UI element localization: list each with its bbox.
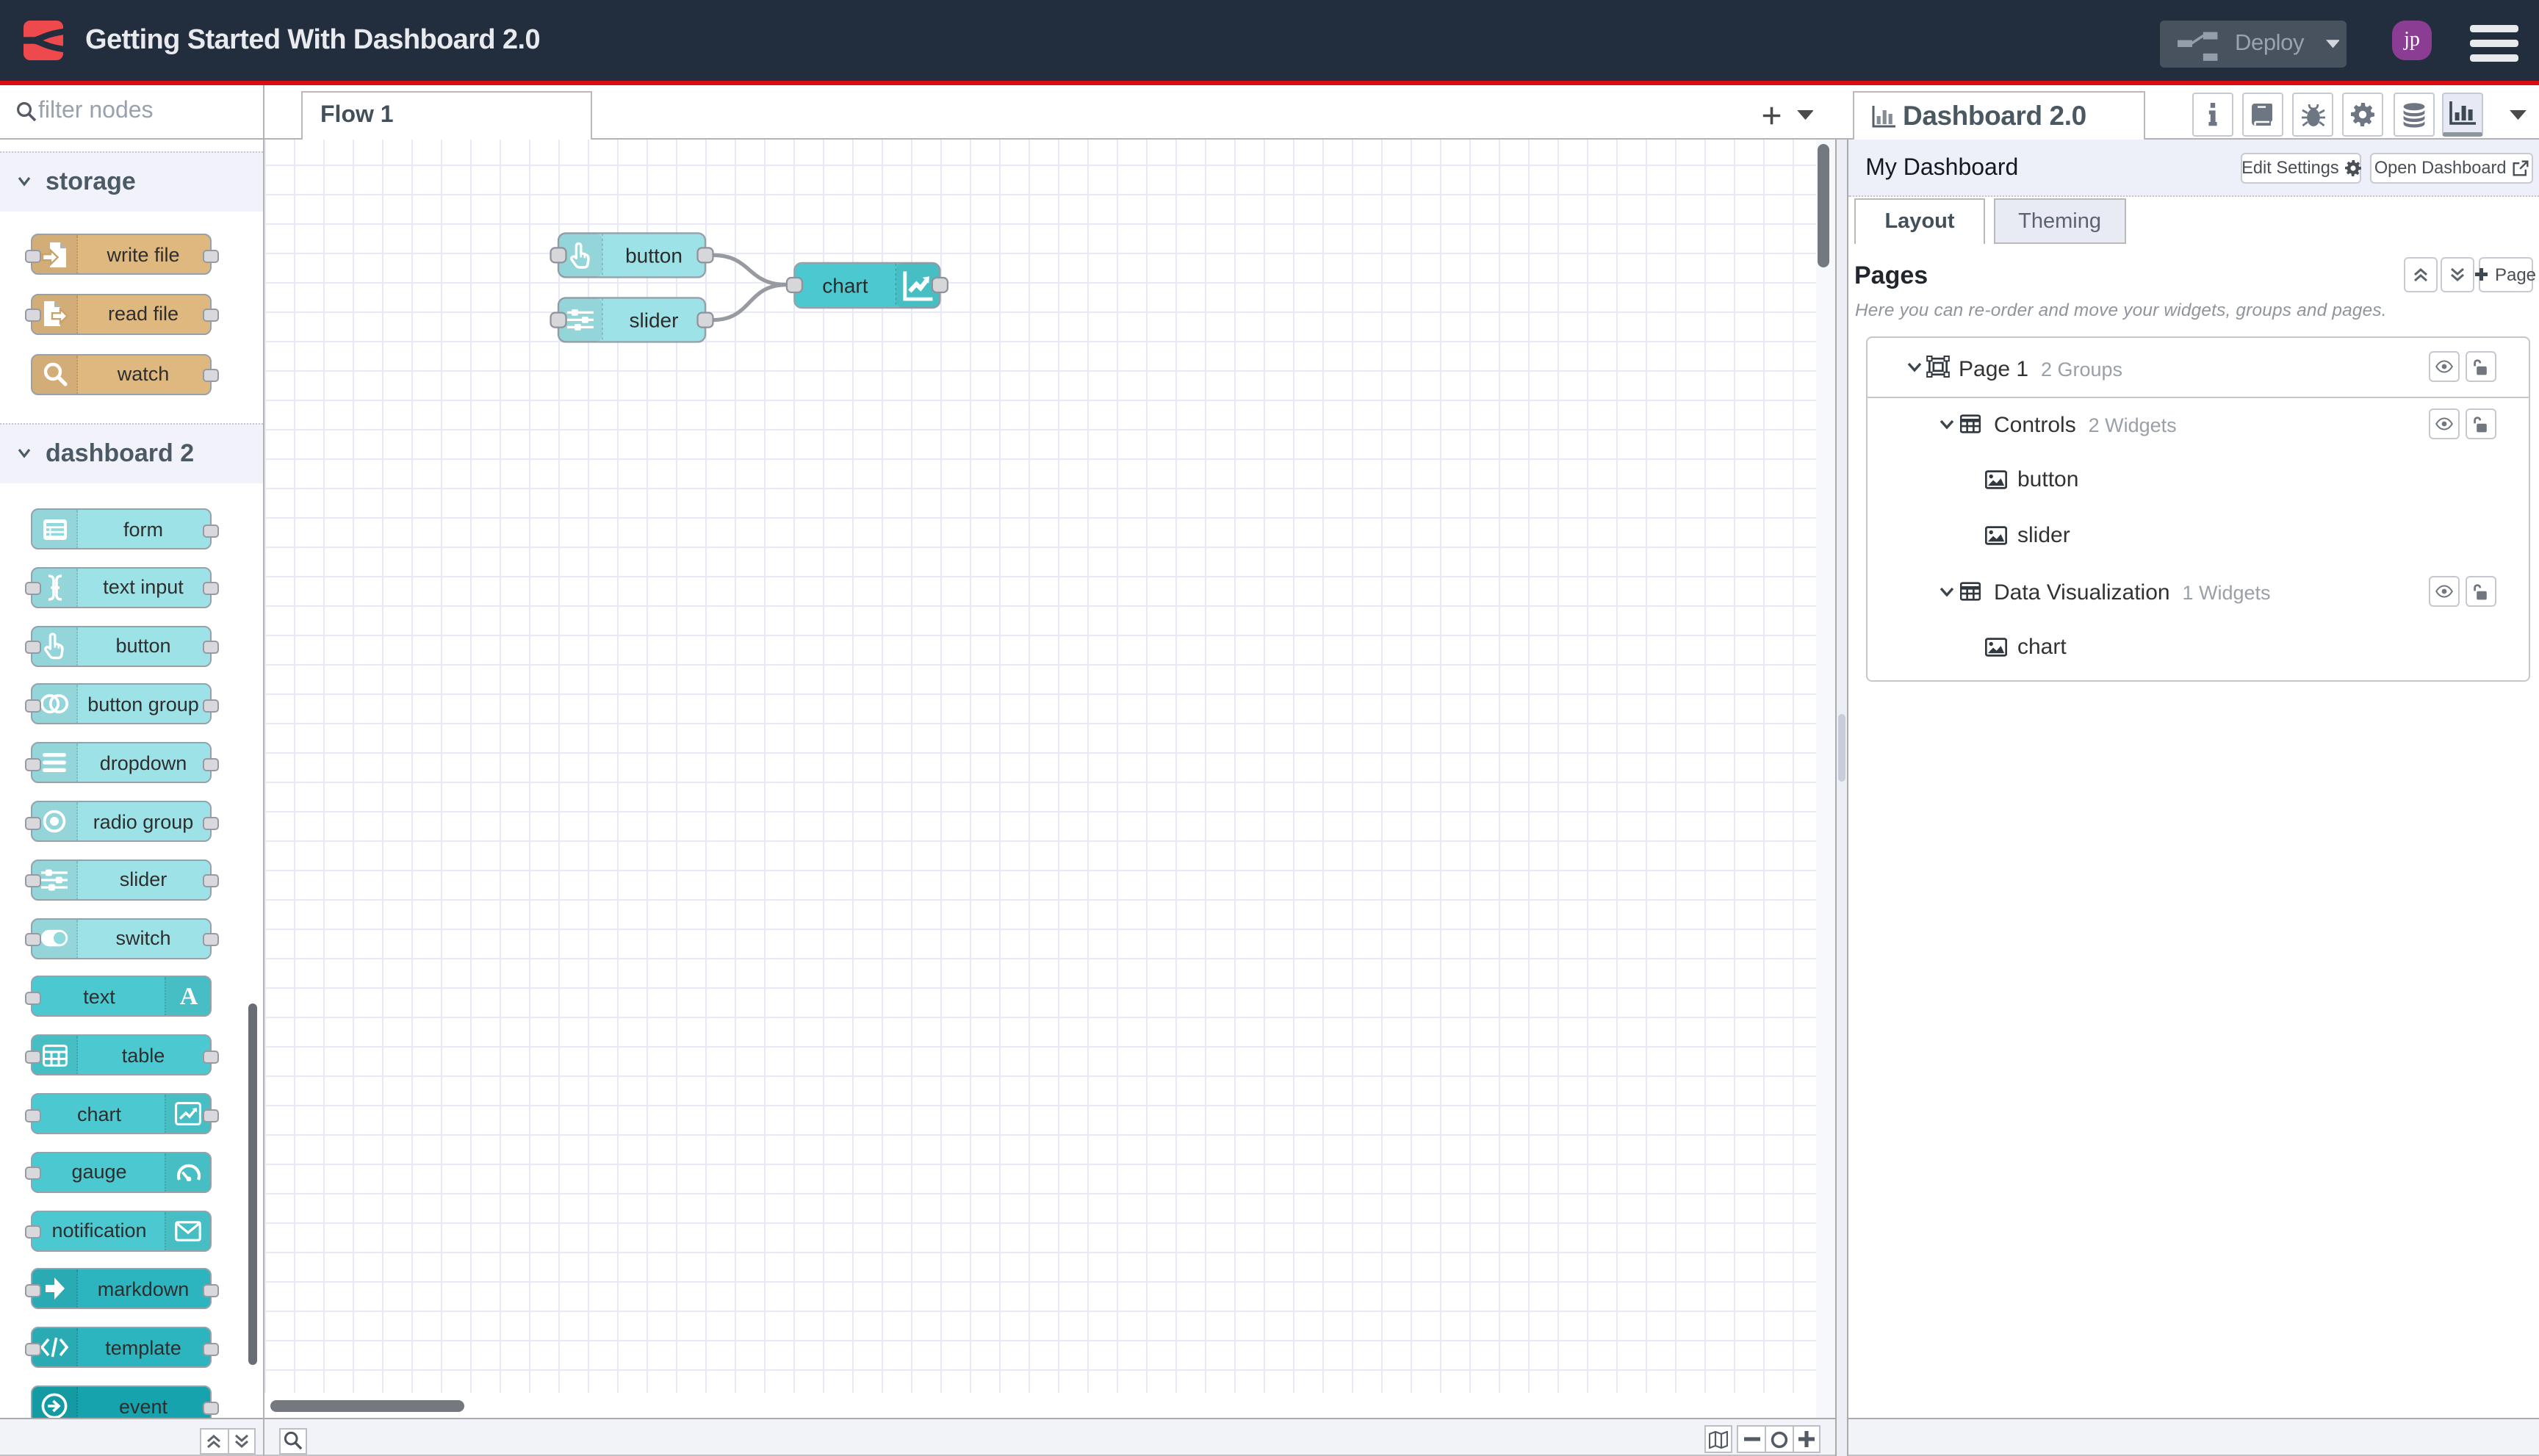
svg-text:button: button: [625, 244, 683, 267]
svg-text:chart: chart: [822, 275, 868, 298]
svg-text:slider: slider: [630, 309, 679, 331]
svg-text:A: A: [179, 985, 198, 1009]
